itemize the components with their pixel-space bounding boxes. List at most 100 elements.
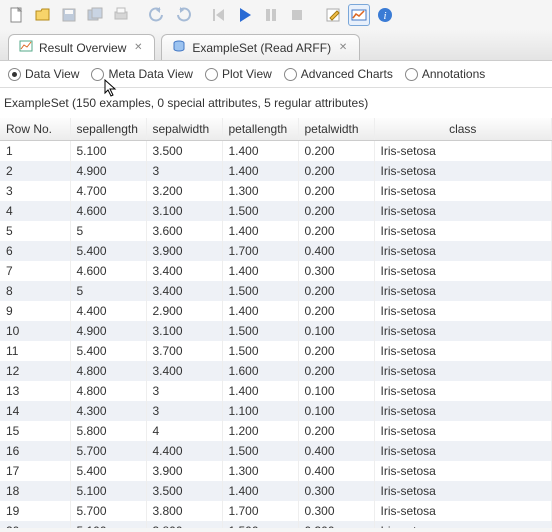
table-row[interactable]: 553.6001.4000.200Iris-setosa — [0, 221, 552, 241]
column-header[interactable]: petalwidth — [298, 118, 374, 140]
table-cell: 10 — [0, 321, 70, 341]
pause-icon[interactable] — [260, 4, 282, 26]
view-annotations[interactable]: Annotations — [405, 67, 485, 81]
table-cell: 3.400 — [146, 281, 222, 301]
table-row[interactable]: 185.1003.5001.4000.300Iris-setosa — [0, 481, 552, 501]
table-cell: Iris-setosa — [374, 301, 552, 321]
data-table-wrap[interactable]: Row No.sepallengthsepalwidthpetallengthp… — [0, 118, 552, 528]
table-row[interactable]: 44.6003.1001.5000.200Iris-setosa — [0, 201, 552, 221]
table-cell: Iris-setosa — [374, 481, 552, 501]
undo-icon[interactable] — [146, 4, 168, 26]
table-cell: 5 — [0, 221, 70, 241]
view-data-view[interactable]: Data View — [8, 67, 79, 81]
open-icon[interactable] — [32, 4, 54, 26]
table-cell: 9 — [0, 301, 70, 321]
table-cell: 3 — [146, 401, 222, 421]
table-row[interactable]: 115.4003.7001.5000.200Iris-setosa — [0, 341, 552, 361]
table-cell: 1.200 — [222, 421, 298, 441]
table-cell: 15 — [0, 421, 70, 441]
table-cell: 1.400 — [222, 301, 298, 321]
table-cell: 3.400 — [146, 261, 222, 281]
table-cell: 1.500 — [222, 521, 298, 529]
table-cell: 0.200 — [298, 421, 374, 441]
tab-bar: Result Overview✕ExampleSet (Read ARFF)✕ — [0, 30, 552, 61]
table-row[interactable]: 144.30031.1000.100Iris-setosa — [0, 401, 552, 421]
info-icon[interactable]: i — [374, 4, 396, 26]
table-cell: 0.200 — [298, 140, 374, 161]
table-cell: 6 — [0, 241, 70, 261]
table-row[interactable]: 74.6003.4001.4000.300Iris-setosa — [0, 261, 552, 281]
rewind-icon[interactable] — [208, 4, 230, 26]
table-cell: 4 — [0, 201, 70, 221]
view-bar: Data View Meta Data View Plot View Advanced… — [0, 61, 552, 88]
table-cell: 4.600 — [70, 201, 146, 221]
column-header[interactable]: sepalwidth — [146, 118, 222, 140]
table-cell: 13 — [0, 381, 70, 401]
table-cell: 18 — [0, 481, 70, 501]
table-row[interactable]: 104.9003.1001.5000.100Iris-setosa — [0, 321, 552, 341]
table-row[interactable]: 134.80031.4000.100Iris-setosa — [0, 381, 552, 401]
table-cell: 4.900 — [70, 161, 146, 181]
table-cell: 3.400 — [146, 361, 222, 381]
table-cell: 16 — [0, 441, 70, 461]
table-cell: 3 — [0, 181, 70, 201]
table-cell: 4 — [146, 421, 222, 441]
redo-icon[interactable] — [172, 4, 194, 26]
table-cell: 4.800 — [70, 381, 146, 401]
column-header[interactable]: sepallength — [70, 118, 146, 140]
table-row[interactable]: 34.7003.2001.3000.200Iris-setosa — [0, 181, 552, 201]
table-cell: 0.200 — [298, 201, 374, 221]
table-cell: 3.500 — [146, 481, 222, 501]
table-cell: 3.100 — [146, 201, 222, 221]
table-cell: 4.900 — [70, 321, 146, 341]
table-cell: 5.100 — [70, 481, 146, 501]
table-cell: Iris-setosa — [374, 381, 552, 401]
table-row[interactable]: 155.80041.2000.200Iris-setosa — [0, 421, 552, 441]
play-icon[interactable] — [234, 4, 256, 26]
table-cell: 19 — [0, 501, 70, 521]
table-row[interactable]: 175.4003.9001.3000.400Iris-setosa — [0, 461, 552, 481]
view-label: Meta Data View — [108, 67, 193, 81]
table-cell: 3.600 — [146, 221, 222, 241]
table-cell: Iris-setosa — [374, 401, 552, 421]
table-cell: 4.400 — [146, 441, 222, 461]
table-cell: Iris-setosa — [374, 341, 552, 361]
table-row[interactable]: 15.1003.5001.4000.200Iris-setosa — [0, 140, 552, 161]
save-icon[interactable] — [58, 4, 80, 26]
table-cell: 3.700 — [146, 341, 222, 361]
table-row[interactable]: 165.7004.4001.5000.400Iris-setosa — [0, 441, 552, 461]
table-row[interactable]: 853.4001.5000.200Iris-setosa — [0, 281, 552, 301]
stop-icon[interactable] — [286, 4, 308, 26]
radio-icon — [91, 68, 104, 81]
results-icon[interactable] — [348, 4, 370, 26]
column-header[interactable]: petallength — [222, 118, 298, 140]
edit-icon[interactable] — [322, 4, 344, 26]
table-row[interactable]: 195.7003.8001.7000.300Iris-setosa — [0, 501, 552, 521]
saveas-icon[interactable] — [84, 4, 106, 26]
column-header[interactable]: Row No. — [0, 118, 70, 140]
view-advanced-charts[interactable]: Advanced Charts — [284, 67, 393, 81]
print-icon[interactable] — [110, 4, 132, 26]
view-plot-view[interactable]: Plot View — [205, 67, 272, 81]
table-row[interactable]: 124.8003.4001.6000.200Iris-setosa — [0, 361, 552, 381]
column-header[interactable]: class — [374, 118, 552, 140]
table-row[interactable]: 65.4003.9001.7000.400Iris-setosa — [0, 241, 552, 261]
table-cell: 4.700 — [70, 181, 146, 201]
table-cell: 11 — [0, 341, 70, 361]
table-cell: 1.300 — [222, 461, 298, 481]
new-icon[interactable] — [6, 4, 28, 26]
table-cell: 0.200 — [298, 161, 374, 181]
view-meta-data-view[interactable]: Meta Data View — [91, 67, 193, 81]
table-cell: 5.700 — [70, 501, 146, 521]
table-row[interactable]: 205.1003.8001.5000.300Iris-setosa — [0, 521, 552, 529]
table-cell: 0.300 — [298, 481, 374, 501]
close-icon[interactable]: ✕ — [337, 42, 349, 54]
table-cell: 4.600 — [70, 261, 146, 281]
table-row[interactable]: 24.90031.4000.200Iris-setosa — [0, 161, 552, 181]
tab-result[interactable]: Result Overview✕ — [8, 34, 155, 60]
table-row[interactable]: 94.4002.9001.4000.200Iris-setosa — [0, 301, 552, 321]
close-icon[interactable]: ✕ — [132, 42, 144, 54]
tab-dataset[interactable]: ExampleSet (Read ARFF)✕ — [161, 34, 360, 60]
view-label: Data View — [25, 67, 79, 81]
table-cell: Iris-setosa — [374, 221, 552, 241]
